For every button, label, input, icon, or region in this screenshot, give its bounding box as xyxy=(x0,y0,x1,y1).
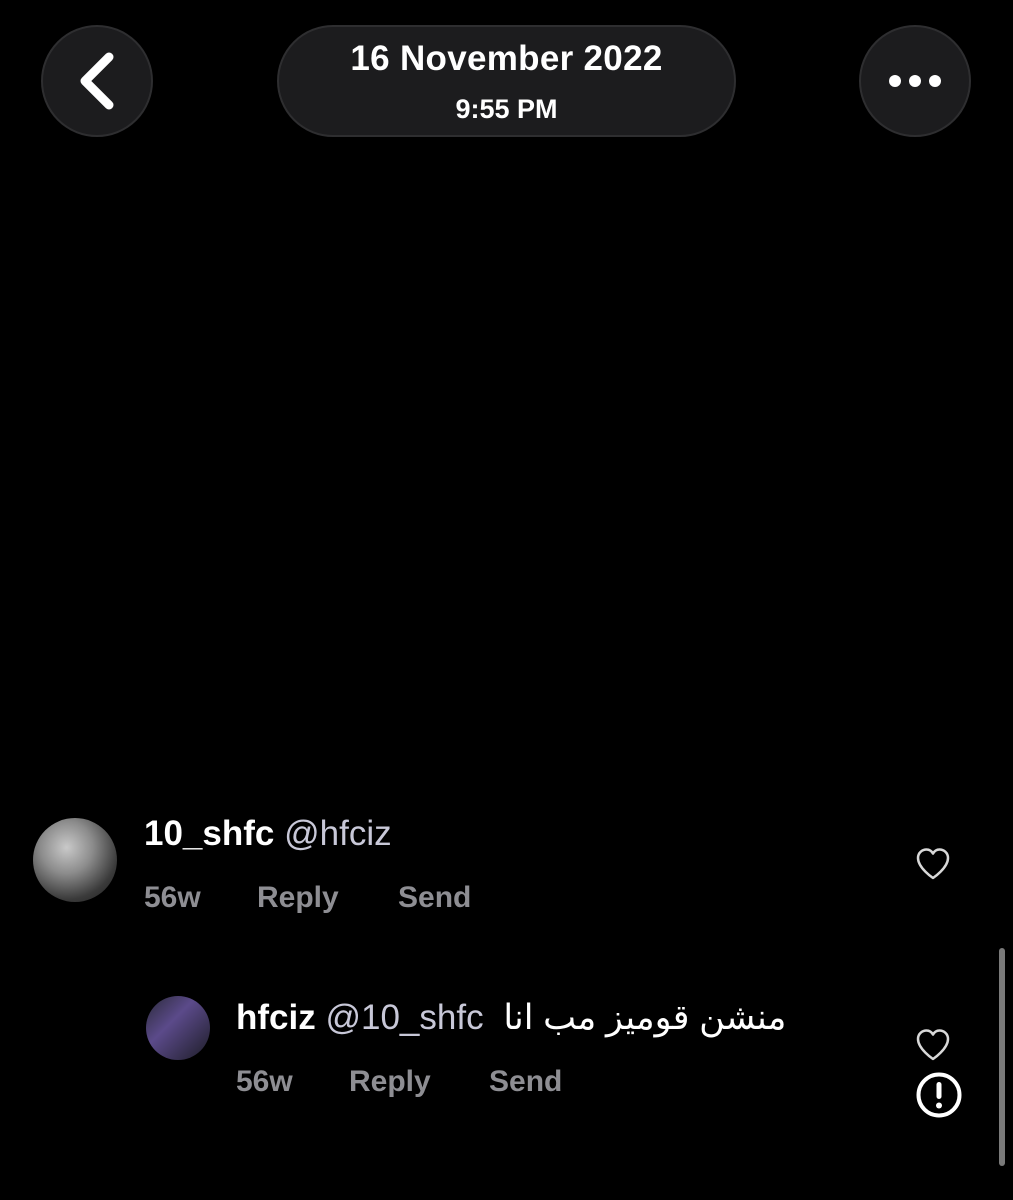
like-button[interactable] xyxy=(915,1028,951,1067)
time-label: 9:55 PM xyxy=(455,94,558,124)
report-button[interactable] xyxy=(915,1071,963,1119)
comment-message: منشن قوميز مب انا xyxy=(503,998,787,1037)
send-button[interactable]: Send xyxy=(398,881,471,915)
heart-icon xyxy=(916,1029,950,1061)
date-header: 16 November 2022 9:55 PM xyxy=(277,25,736,137)
comment-body: 10_shfc @hfciz xyxy=(144,814,392,854)
reply-button[interactable]: Reply xyxy=(257,881,339,915)
comment-username[interactable]: hfciz xyxy=(236,998,316,1037)
avatar[interactable] xyxy=(146,996,210,1060)
like-button[interactable] xyxy=(915,847,951,886)
scrollbar[interactable] xyxy=(999,948,1005,1166)
back-button[interactable] xyxy=(41,25,153,137)
avatar[interactable] xyxy=(33,818,117,902)
comment-username[interactable]: 10_shfc xyxy=(144,814,274,853)
comment-age: 56w xyxy=(236,1065,293,1098)
comment-age: 56w xyxy=(144,881,201,914)
comment-body: hfciz @10_shfc منشن قوميز مب انا xyxy=(236,998,786,1038)
exclamation-circle-icon xyxy=(916,1072,962,1118)
more-options-button[interactable] xyxy=(859,25,971,137)
comment-mention[interactable]: @hfciz xyxy=(284,814,392,853)
send-button[interactable]: Send xyxy=(489,1065,562,1099)
chevron-left-icon xyxy=(80,52,114,110)
heart-icon xyxy=(916,848,950,880)
ellipsis-icon xyxy=(889,75,941,87)
reply-button[interactable]: Reply xyxy=(349,1065,431,1099)
comment-mention[interactable]: @10_shfc xyxy=(325,998,483,1037)
date-label: 16 November 2022 xyxy=(350,39,663,78)
